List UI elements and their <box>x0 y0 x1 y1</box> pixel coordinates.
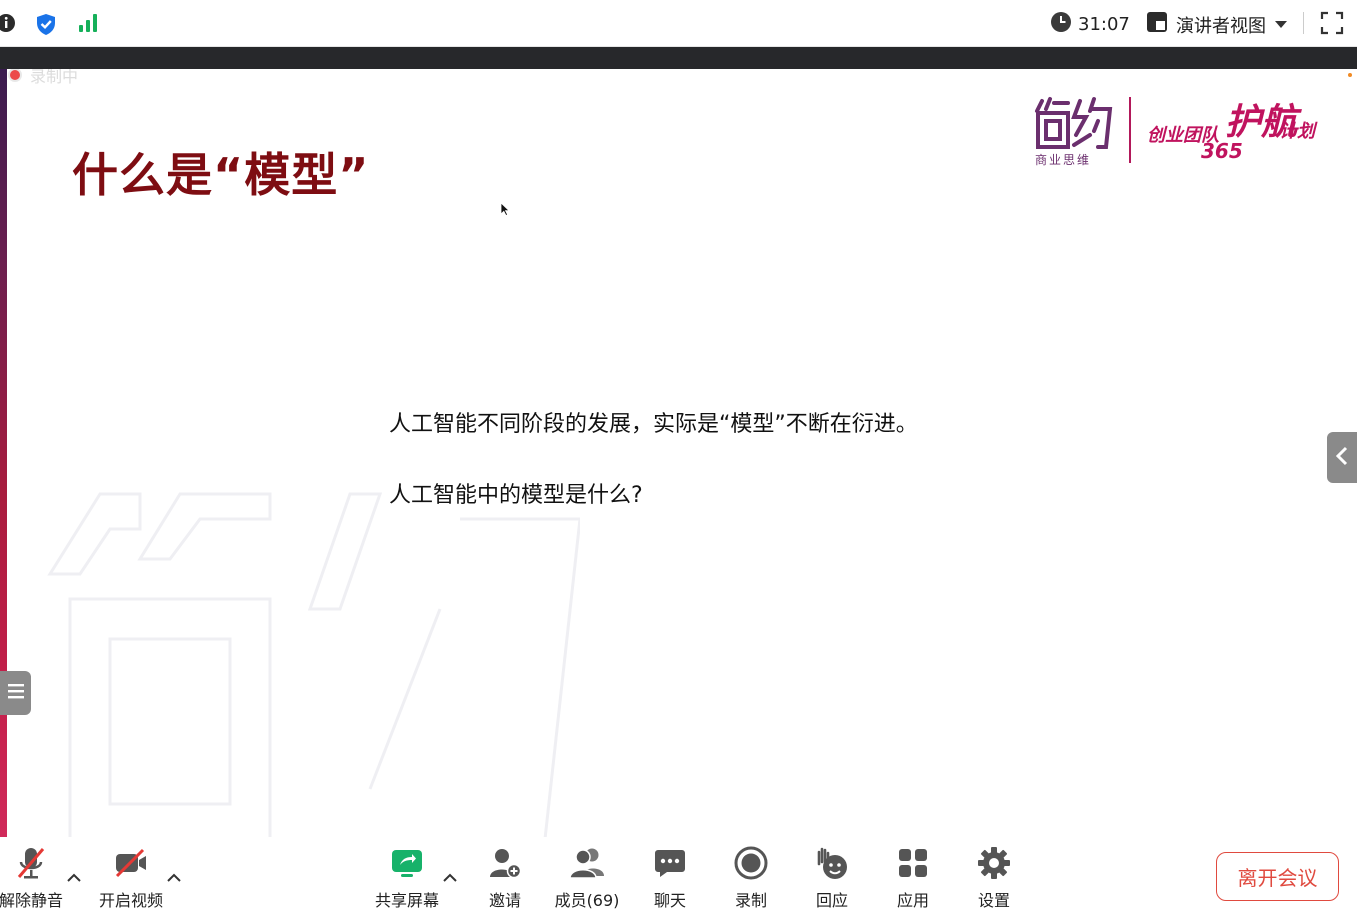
recording-label: 录制中 <box>30 69 79 86</box>
microphone-muted-icon <box>16 845 46 881</box>
meeting-toolbar: 解除静音 开启视频 共享屏幕 邀请 成员(69) 聊天 录制 回应 应用 设置 … <box>0 837 1357 915</box>
speaker-view-icon <box>1146 11 1168 38</box>
chat-bubble-icon <box>654 845 686 881</box>
reactions-label: 回应 <box>815 891 848 910</box>
logo-tagline: 创业团队 护航 计划 365 <box>1147 91 1332 171</box>
recording-dot-icon <box>8 69 22 82</box>
top-bar: 31:07 演讲者视图 <box>0 0 1357 47</box>
mouse-cursor-icon <box>500 201 511 220</box>
status-dot <box>1348 73 1352 77</box>
video-top-strip <box>0 47 1357 69</box>
apps-label: 应用 <box>896 891 929 910</box>
add-person-icon <box>488 845 522 881</box>
leave-meeting-button[interactable]: 离开会议 <box>1216 852 1339 901</box>
view-mode-label: 演讲者视图 <box>1176 15 1266 37</box>
chevron-down-icon <box>1274 14 1288 35</box>
logo-tag-part-c: 计划 <box>1279 121 1315 142</box>
apps-button[interactable]: 应用 <box>873 845 953 911</box>
share-screen-icon <box>390 845 424 881</box>
settings-button[interactable]: 设置 <box>954 845 1034 911</box>
side-panel-toggle[interactable] <box>1327 432 1357 483</box>
share-screen-button[interactable]: 共享屏幕 <box>367 845 447 911</box>
signal-strength-icon[interactable] <box>78 12 98 38</box>
unmute-button[interactable]: 解除静音 <box>0 845 71 911</box>
record-button[interactable]: 录制 <box>711 845 791 911</box>
jianyue-logo-icon <box>1035 97 1113 149</box>
chevron-left-icon <box>1335 446 1349 470</box>
apps-grid-icon <box>897 845 929 881</box>
camera-off-icon <box>114 845 148 881</box>
logo-subtitle: 商业思维 <box>1035 153 1092 167</box>
shared-slide: 录制中 什么是“模型” 商业思维 创业团队 护航 计划 365 人工智能不同阶段… <box>0 69 1357 837</box>
recording-indicator[interactable]: 录制中 <box>8 69 78 87</box>
security-shield-icon[interactable] <box>34 12 58 40</box>
invite-label: 邀请 <box>488 891 521 910</box>
participants-button[interactable]: 成员(69) <box>547 845 627 911</box>
slide-title: 什么是“模型” <box>72 148 370 202</box>
clock-icon <box>1050 11 1072 38</box>
slide-body-line: 人工智能中的模型是什么? <box>389 483 643 508</box>
share-options-caret-icon[interactable] <box>442 867 458 886</box>
brand-watermark-icon <box>47 492 580 837</box>
invite-button[interactable]: 邀请 <box>465 845 545 911</box>
reactions-button[interactable]: 回应 <box>792 845 872 911</box>
info-icon[interactable] <box>0 12 16 38</box>
menu-lines-icon <box>7 682 25 704</box>
meeting-timer: 31:07 <box>1050 11 1130 38</box>
unmute-label: 解除静音 <box>0 891 63 910</box>
video-options-caret-icon[interactable] <box>166 867 182 886</box>
gear-icon <box>977 845 1011 881</box>
raise-hand-emoji-icon <box>814 845 850 881</box>
slide-body-line: 人工智能不同阶段的发展，实际是“模型”不断在衍进。 <box>389 412 918 437</box>
floating-menu-toggle[interactable] <box>0 671 31 715</box>
start-video-label: 开启视频 <box>98 891 163 910</box>
record-icon <box>734 845 768 881</box>
fullscreen-icon[interactable] <box>1320 11 1344 39</box>
logo-divider <box>1129 97 1131 163</box>
share-screen-label: 共享屏幕 <box>374 891 439 910</box>
record-label: 录制 <box>734 891 767 910</box>
logo-tag-number: 365 <box>1201 139 1243 163</box>
divider <box>1303 12 1304 34</box>
participants-icon <box>568 845 606 881</box>
participants-label: 成员(69) <box>554 891 620 910</box>
settings-label: 设置 <box>977 891 1010 910</box>
start-video-button[interactable]: 开启视频 <box>91 845 171 911</box>
slide-left-edge <box>0 69 7 837</box>
view-mode-dropdown[interactable]: 演讲者视图 <box>1146 11 1288 38</box>
meeting-window: 31:07 演讲者视图 录制中 什么是“模型” 商业思维 创业团队 护航 计划 … <box>0 0 1357 915</box>
chat-label: 聊天 <box>653 891 686 910</box>
timer-text: 31:07 <box>1078 14 1130 35</box>
audio-options-caret-icon[interactable] <box>66 867 82 886</box>
chat-button[interactable]: 聊天 <box>630 845 710 911</box>
